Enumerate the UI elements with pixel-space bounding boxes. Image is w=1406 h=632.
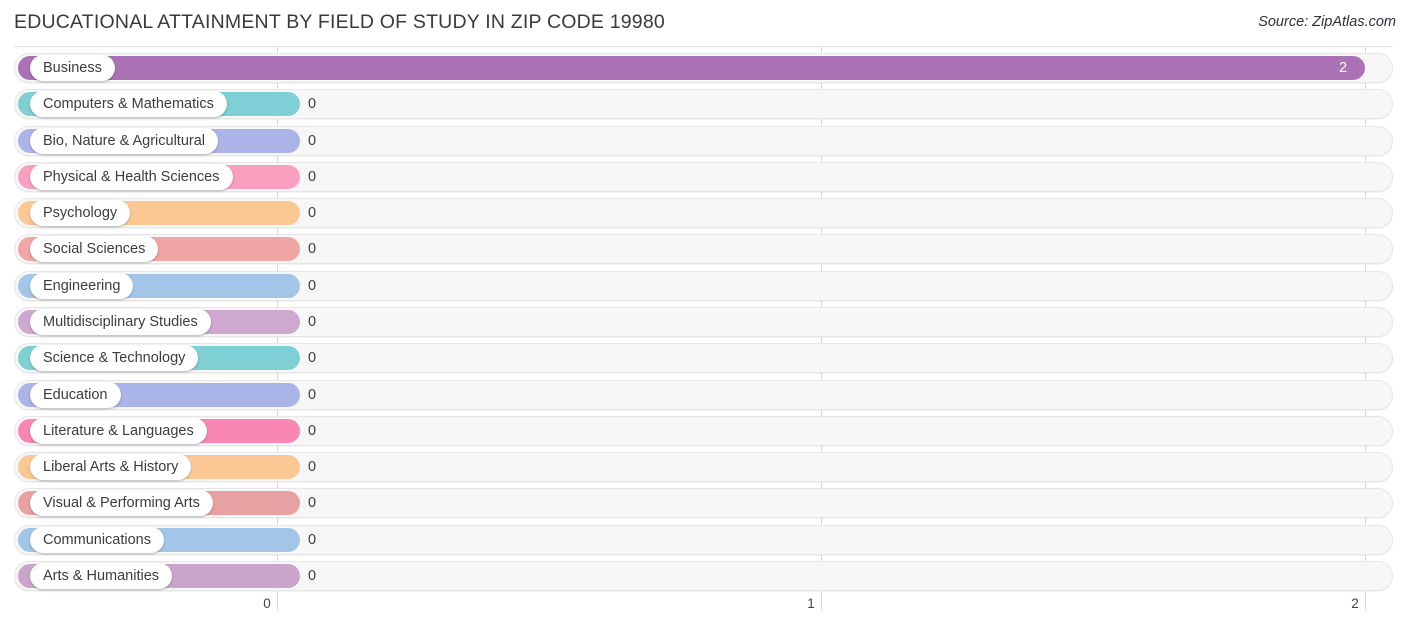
category-label: Visual & Performing Arts [43,495,200,512]
bar-value-label: 0 [308,132,317,149]
category-label: Psychology [43,205,118,222]
bar-value-label: 0 [308,459,317,476]
category-label: Education [43,386,108,403]
bar-value-label: 0 [308,313,317,330]
category-label-pill: Literature & Languages [30,417,207,444]
category-label-pill: Engineering [30,272,134,299]
bar-value-label: 0 [308,205,317,222]
category-label: Communications [43,531,151,548]
axis-tick-mark [277,594,278,610]
category-label-pill: Social Sciences [30,236,159,263]
bar-row[interactable]: Multidisciplinary Studies 0 [14,306,1393,337]
bar-row[interactable]: Social Sciences 0 [14,234,1393,265]
bar-row[interactable]: Communications 0 [14,524,1393,555]
category-label-pill: Communications [30,526,164,553]
bar-row[interactable]: Engineering 0 [14,270,1393,301]
bar [18,56,1365,80]
category-label-pill: Visual & Performing Arts [30,490,213,517]
category-label: Engineering [43,277,121,294]
bar-value-label: 0 [308,567,317,584]
plot-area: Business 2 Computers & Mathematics 0 Bio, Na… [0,46,1406,594]
bar-value-label: 0 [308,168,317,185]
bar-value-label: 0 [308,531,317,548]
category-label: Science & Technology [43,350,186,367]
category-label: Multidisciplinary Studies [43,313,198,330]
category-label-pill: Education [30,381,121,408]
category-label-pill: Business [30,55,115,81]
category-label: Bio, Nature & Agricultural [43,132,205,149]
bar-value-label: 0 [308,422,317,439]
bar-row[interactable]: Science & Technology 0 [14,343,1393,374]
category-label-pill: Psychology [30,200,131,227]
source-attribution: Source: ZipAtlas.com [1258,14,1396,30]
axis-tick-label: 0 [263,596,271,611]
category-label-pill: Arts & Humanities [30,562,173,589]
category-label: Physical & Health Sciences [43,168,220,185]
bar-row[interactable]: Business 2 [14,53,1393,83]
bar-row[interactable]: Literature & Languages 0 [14,415,1393,446]
category-label: Literature & Languages [43,422,194,439]
axis-tick-mark [821,594,822,610]
bar-row[interactable]: Bio, Nature & Agricultural 0 [14,125,1393,156]
page-title: EDUCATIONAL ATTAINMENT BY FIELD OF STUDY… [14,11,665,33]
category-label: Computers & Mathematics [43,96,214,113]
bar-row[interactable]: Liberal Arts & History 0 [14,452,1393,483]
plot-top-border [14,46,1393,47]
category-label-pill: Science & Technology [30,345,199,372]
category-label: Liberal Arts & History [43,459,179,476]
bar-value-label: 0 [308,241,317,258]
category-label: Arts & Humanities [43,567,160,584]
bar-row[interactable]: Visual & Performing Arts 0 [14,488,1393,519]
bar-value-label: 0 [308,495,317,512]
bar-row[interactable]: Computers & Mathematics 0 [14,89,1393,120]
axis-tick-label: 1 [807,596,815,611]
category-label-pill: Liberal Arts & History [30,454,192,481]
category-label-pill: Physical & Health Sciences [30,163,233,190]
bar-value-label: 0 [308,96,317,113]
x-axis: 0 1 2 [0,594,1406,632]
category-label: Social Sciences [43,241,146,258]
bar-value-label: 0 [308,350,317,367]
axis-tick-label: 2 [1351,596,1359,611]
bar-value-label: 2 [1339,60,1348,76]
bar-value-label: 0 [308,277,317,294]
chart-header: EDUCATIONAL ATTAINMENT BY FIELD OF STUDY… [0,0,1406,46]
category-label-pill: Bio, Nature & Agricultural [30,127,218,154]
category-label: Business [43,60,102,76]
bar-row[interactable]: Psychology 0 [14,198,1393,229]
bar-row[interactable]: Physical & Health Sciences 0 [14,161,1393,192]
axis-tick-mark [1365,594,1366,610]
category-label-pill: Computers & Mathematics [30,91,227,118]
bar-row[interactable]: Education 0 [14,379,1393,410]
bar-value-label: 0 [308,386,317,403]
chart-container: EDUCATIONAL ATTAINMENT BY FIELD OF STUDY… [0,0,1406,632]
category-label-pill: Multidisciplinary Studies [30,308,211,335]
bar-row[interactable]: Arts & Humanities 0 [14,560,1393,591]
